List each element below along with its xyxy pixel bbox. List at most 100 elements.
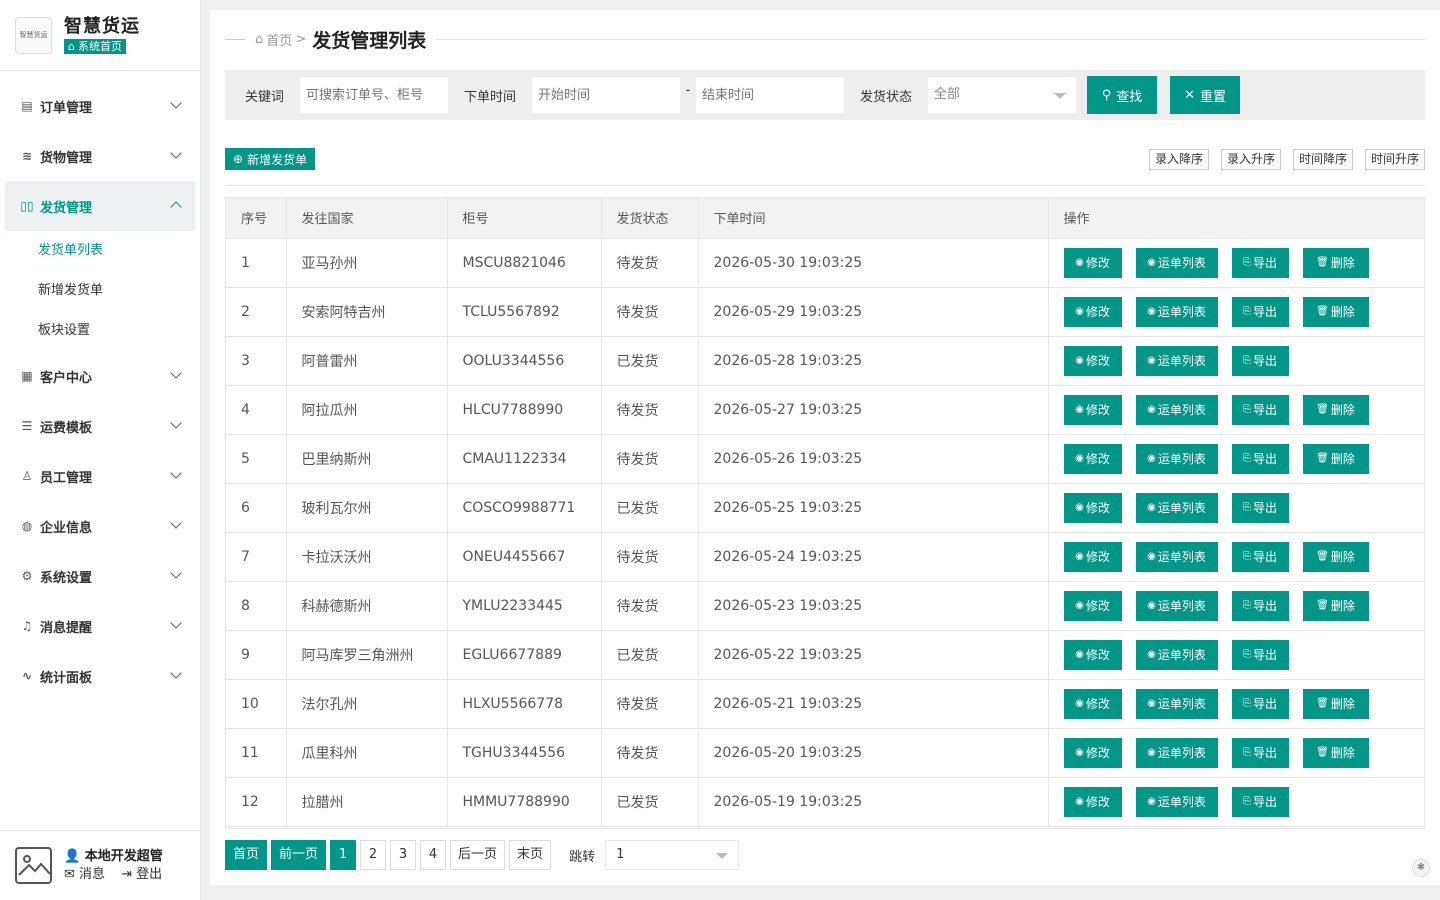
cell-actions: ◉ 修改 ◉ 运单列表 ⎘ 导出 [1048, 483, 1424, 533]
sidebar-item-0[interactable]: ▤ 订单管理 [0, 81, 200, 131]
export-button[interactable]: ⎘ 导出 [1231, 247, 1289, 278]
sidebar-item-5[interactable]: ♙ 员工管理 [0, 451, 200, 501]
jump-page-select[interactable]: 1 [605, 840, 740, 870]
waybill-button[interactable]: ◉ 运单列表 [1135, 492, 1218, 523]
waybill-button[interactable]: ◉ 运单列表 [1135, 443, 1218, 474]
brand-logo[interactable]: 智慧货运 [15, 16, 52, 54]
status-select[interactable]: 全部 [928, 77, 1077, 113]
messages-link[interactable]: ✉ 消息 [64, 866, 105, 884]
eye-icon: ◉ [1147, 453, 1156, 464]
sidebar-subitem-1[interactable]: 新增发货单 [0, 271, 200, 311]
delete-button[interactable]: 🗑 删除 [1302, 394, 1369, 425]
edit-button[interactable]: ◉ 修改 [1063, 688, 1122, 719]
export-button[interactable]: ⎘ 导出 [1231, 590, 1289, 621]
edit-button[interactable]: ◉ 修改 [1063, 492, 1122, 523]
keyword-input[interactable] [300, 77, 449, 113]
page-2-button[interactable]: 2 [360, 840, 387, 870]
eye-icon: ◉ [1075, 796, 1084, 807]
start-time-input[interactable] [532, 77, 681, 113]
breadcrumb-home[interactable]: 首页 [266, 30, 292, 49]
end-time-input[interactable] [696, 77, 845, 113]
edit-button[interactable]: ◉ 修改 [1063, 296, 1122, 327]
export-button[interactable]: ⎘ 导出 [1231, 345, 1289, 376]
sidebar-item-label: 企业信息 [40, 520, 93, 536]
waybill-button[interactable]: ◉ 运单列表 [1135, 541, 1218, 572]
edit-button[interactable]: ◉ 修改 [1063, 737, 1122, 768]
edit-button[interactable]: ◉ 修改 [1063, 443, 1122, 474]
sidebar-item-2[interactable]: ▯▯ 发货管理 [5, 181, 195, 231]
first-page-button[interactable]: 首页 [225, 840, 268, 870]
export-button[interactable]: ⎘ 导出 [1231, 443, 1289, 474]
add-shipment-button[interactable]: ⊕ 新增发货单 [225, 148, 316, 170]
sort-button-0[interactable]: 录入降序 [1148, 149, 1209, 170]
delete-button[interactable]: 🗑 删除 [1302, 296, 1369, 327]
next-page-button[interactable]: 后一页 [450, 840, 506, 870]
export-button[interactable]: ⎘ 导出 [1231, 541, 1289, 572]
delete-button[interactable]: 🗑 删除 [1302, 541, 1369, 572]
sidebar-item-label: 系统设置 [40, 570, 93, 586]
sort-button-1[interactable]: 录入升序 [1220, 149, 1281, 170]
sidebar-item-6[interactable]: ◍ 企业信息 [0, 501, 200, 551]
cell-time: 2026-05-24 19:03:25 [698, 532, 1049, 582]
delete-button[interactable]: 🗑 删除 [1302, 737, 1369, 768]
logout-link[interactable]: ⇥ 登出 [121, 866, 162, 884]
reset-button[interactable]: ✕ 重置 [1170, 76, 1241, 114]
avatar[interactable] [15, 847, 52, 884]
export-button[interactable]: ⎘ 导出 [1231, 786, 1289, 817]
edit-label: 修改 [1085, 550, 1110, 564]
waybill-button[interactable]: ◉ 运单列表 [1135, 296, 1218, 327]
sidebar-item-7[interactable]: ⚙ 系统设置 [0, 551, 200, 601]
page-1-button[interactable]: 1 [330, 840, 357, 870]
export-button[interactable]: ⎘ 导出 [1231, 639, 1289, 670]
trash-icon: 🗑 [1316, 600, 1329, 611]
prev-page-button[interactable]: 前一页 [271, 840, 327, 870]
sidebar-item-9[interactable]: ∿ 统计面板 [0, 651, 200, 701]
page-4-button[interactable]: 4 [420, 840, 447, 870]
sidebar-item-3[interactable]: ▦ 客户中心 [0, 351, 200, 401]
system-home-link[interactable]: ⌂ 系统首页 [64, 39, 126, 54]
delete-button[interactable]: 🗑 删除 [1302, 688, 1369, 719]
page-3-button[interactable]: 3 [390, 840, 417, 870]
delete-button[interactable]: 🗑 删除 [1302, 590, 1369, 621]
delete-button[interactable]: 🗑 删除 [1302, 247, 1369, 278]
eye-icon: ◉ [1147, 698, 1156, 709]
waybill-button[interactable]: ◉ 运单列表 [1135, 345, 1218, 376]
sort-button-2[interactable]: 时间降序 [1292, 149, 1353, 170]
delete-button[interactable]: 🗑 删除 [1302, 443, 1369, 474]
export-button[interactable]: ⎘ 导出 [1231, 492, 1289, 523]
edit-button[interactable]: ◉ 修改 [1063, 541, 1122, 572]
sidebar-item-8[interactable]: ♫ 消息提醒 [0, 601, 200, 651]
eye-icon: ◉ [1075, 698, 1084, 709]
sort-button-3[interactable]: 时间升序 [1364, 149, 1425, 170]
export-button[interactable]: ⎘ 导出 [1231, 296, 1289, 327]
sidebar-subitem-2[interactable]: 板块设置 [0, 311, 200, 351]
waybill-button[interactable]: ◉ 运单列表 [1135, 639, 1218, 670]
edit-button[interactable]: ◉ 修改 [1063, 786, 1122, 817]
edit-button[interactable]: ◉ 修改 [1063, 345, 1122, 376]
waybill-label: 运单列表 [1157, 550, 1206, 564]
bug-icon[interactable]: ✱ [1412, 859, 1430, 877]
waybill-button[interactable]: ◉ 运单列表 [1135, 247, 1218, 278]
edit-button[interactable]: ◉ 修改 [1063, 639, 1122, 670]
waybill-button[interactable]: ◉ 运单列表 [1135, 688, 1218, 719]
edit-button[interactable]: ◉ 修改 [1063, 590, 1122, 621]
export-button[interactable]: ⎘ 导出 [1231, 688, 1289, 719]
export-label: 导出 [1252, 403, 1277, 417]
shipment-table: 序号 发往国家 柜号 发货状态 下单时间 操作 1 亚马孙州 MSCU8821046 待发货 20… [225, 197, 1425, 829]
edit-button[interactable]: ◉ 修改 [1063, 247, 1122, 278]
waybill-button[interactable]: ◉ 运单列表 [1135, 394, 1218, 425]
cell-time: 2026-05-29 19:03:25 [698, 287, 1049, 337]
sidebar-item-4[interactable]: ☰ 运费模板 [0, 401, 200, 451]
waybill-button[interactable]: ◉ 运单列表 [1135, 737, 1218, 768]
cell-time: 2026-05-30 19:03:25 [698, 238, 1049, 288]
last-page-button[interactable]: 末页 [509, 840, 552, 870]
waybill-button[interactable]: ◉ 运单列表 [1135, 590, 1218, 621]
delete-label: 删除 [1330, 599, 1355, 613]
edit-button[interactable]: ◉ 修改 [1063, 394, 1122, 425]
sidebar-subitem-0[interactable]: 发货单列表 [0, 231, 200, 271]
search-button[interactable]: ⚲ 查找 [1087, 76, 1158, 114]
export-button[interactable]: ⎘ 导出 [1231, 737, 1289, 768]
export-button[interactable]: ⎘ 导出 [1231, 394, 1289, 425]
waybill-button[interactable]: ◉ 运单列表 [1135, 786, 1218, 817]
sidebar-item-1[interactable]: ≋ 货物管理 [0, 131, 200, 181]
